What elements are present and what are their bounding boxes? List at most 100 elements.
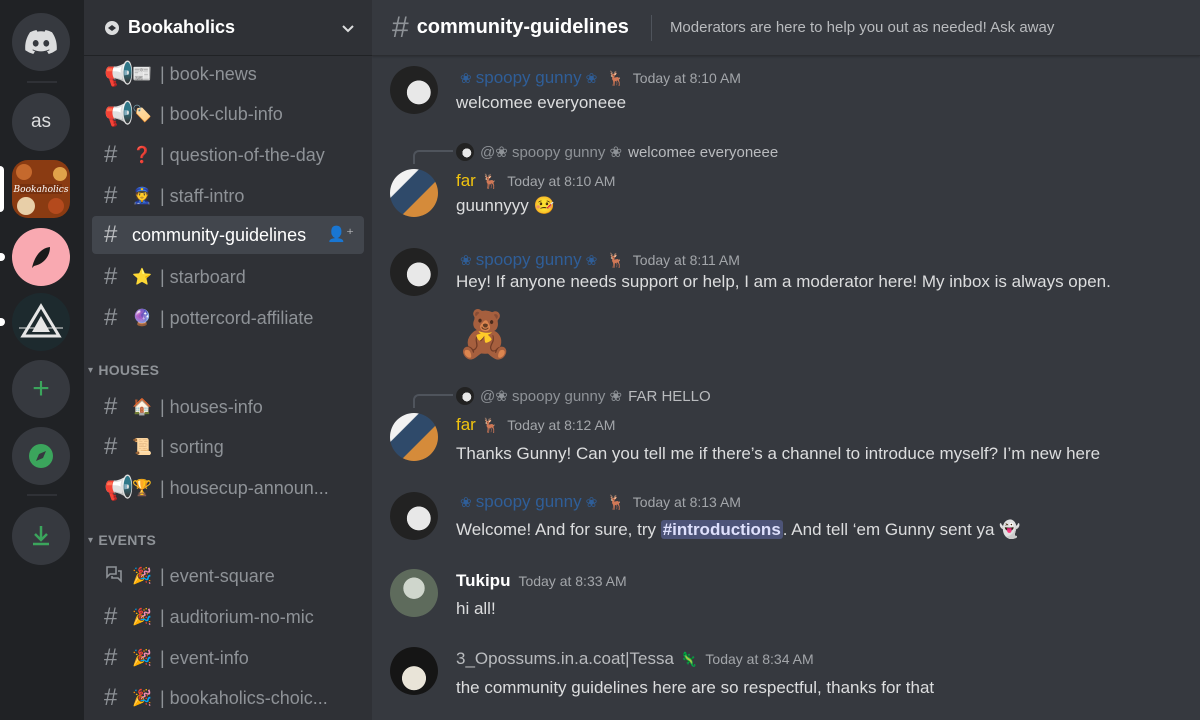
category-events[interactable]: ▾ EVENTS [88, 532, 156, 548]
channel-bookaholics-choice[interactable]: # 🎉 | bookaholics-choic... [92, 679, 364, 717]
message-text-part: . And tell ‘em Gunny sent ya 👻 [782, 520, 1021, 539]
channel-name: | housecup-announ... [160, 477, 329, 498]
role-badge-icon: 🦌 [481, 416, 500, 433]
compass-icon [29, 444, 53, 468]
channel-topic[interactable]: Moderators are here to help you out as n… [670, 19, 1054, 36]
message-text: the community guidelines here are so res… [456, 678, 935, 697]
author-name[interactable]: spoopy gunny [476, 492, 582, 512]
download-icon [33, 526, 49, 546]
invite-member-icon[interactable]: 👤⁺ [327, 225, 354, 243]
reply-connector [413, 394, 453, 408]
channel-name: | book-club-info [160, 103, 283, 124]
message-text: Thanks Gunny! Can you tell me if there’s… [456, 444, 1101, 463]
reply-avatar [456, 143, 474, 161]
channel-community-guidelines[interactable]: # community-guidelines 👤⁺ [92, 216, 364, 254]
download-apps-button[interactable] [12, 507, 70, 565]
megaphone-icon: 📢 [104, 474, 134, 502]
chevron-down-icon: ▾ [88, 534, 94, 546]
megaphone-icon: 📢 [104, 100, 134, 128]
channel-sorting[interactable]: # 📜 | sorting [92, 428, 364, 466]
avatar[interactable] [390, 248, 438, 296]
server-rail: as Bookaholics + [0, 0, 84, 720]
channel-emoji: 🎉 [132, 650, 152, 667]
message-header: ❀ spoopy gunny ❀ 🦌 Today at 8:11 AM [456, 250, 740, 270]
explore-servers-button[interactable] [12, 427, 70, 485]
hash-icon: # [104, 182, 118, 209]
home-button[interactable] [12, 13, 70, 71]
channel-book-club-info[interactable]: 📢 🏷️ | book-club-info [92, 95, 364, 133]
reply-preview[interactable]: @❀ spoopy gunny ❀ FAR HELLO [456, 387, 711, 405]
server-pink[interactable] [12, 228, 70, 286]
channel-name: | book-news [160, 63, 257, 84]
rail-separator [27, 81, 57, 83]
channel-houses-info[interactable]: # 🏠 | houses-info [92, 388, 364, 426]
channel-starboard[interactable]: # ⭐ | starboard [92, 258, 364, 296]
hash-icon: # [104, 393, 118, 420]
hash-icon: # [104, 684, 118, 711]
author-name[interactable]: far [456, 171, 476, 191]
message-text: welcomee everyoneee [456, 93, 627, 112]
channel-staff-intro[interactable]: # 👮 | staff-intro [92, 177, 364, 215]
channel-auditorium-no-mic[interactable]: # 🎉 | auditorium-no-mic [92, 598, 364, 636]
server-triangle[interactable] [12, 293, 70, 351]
server-as[interactable]: as [12, 93, 70, 151]
reply-preview[interactable]: @❀ spoopy gunny ❀ welcomee everyoneee [456, 143, 778, 161]
server-as-label: as [30, 111, 52, 132]
message-text: Hey! If anyone needs support or help, I … [456, 272, 1111, 291]
author-name[interactable]: spoopy gunny [476, 68, 582, 88]
channel-name: | question-of-the-day [160, 144, 325, 165]
message-header: ❀ spoopy gunny ❀ 🦌 Today at 8:13 AM [456, 492, 741, 512]
channel-event-info[interactable]: # 🎉 | event-info [92, 639, 364, 677]
sticker-bear[interactable]: 🧸 [456, 306, 513, 362]
message-text: Welcome! And for sure, try #introduction… [456, 520, 1020, 540]
channel-name: | staff-intro [160, 185, 245, 206]
channel-emoji: 👮 [132, 188, 152, 205]
role-badge-icon: 🦌 [607, 69, 625, 86]
svg-text:Bookaholics: Bookaholics [13, 185, 69, 195]
avatar[interactable] [390, 169, 438, 217]
timestamp: Today at 8:10 AM [507, 173, 616, 189]
channel-question-of-the-day[interactable]: # ❓ | question-of-the-day [92, 136, 364, 174]
channel-housecup-announcements[interactable]: 📢 🏆 | housecup-announ... [92, 469, 364, 507]
partner-badge-icon [105, 20, 119, 35]
channel-name: | pottercord-affiliate [160, 307, 314, 328]
channel-pottercord-affiliate[interactable]: # 🔮 | pottercord-affiliate [92, 299, 364, 337]
chevron-down-icon[interactable] [340, 20, 356, 36]
message-header: Tukipu Today at 8:33 AM [456, 571, 627, 591]
message-text: hi all! [456, 599, 496, 618]
channel-emoji: 🏷️ [132, 106, 152, 123]
channel-name: | starboard [160, 266, 246, 287]
guild-header[interactable]: Bookaholics [84, 0, 372, 56]
category-houses[interactable]: ▾ HOUSES [88, 362, 159, 378]
channel-mention-link[interactable]: #introductions [660, 520, 783, 539]
channel-book-news[interactable]: 📢 📰 | book-news [92, 55, 364, 93]
reply-connector [413, 150, 453, 164]
channel-emoji: 🏠 [132, 399, 152, 416]
server-bookaholics[interactable]: Bookaholics [12, 160, 70, 218]
add-server-button[interactable]: + [12, 360, 70, 418]
avatar[interactable] [390, 413, 438, 461]
hash-icon: # [104, 141, 118, 168]
category-name: EVENTS [98, 532, 157, 548]
unread-indicator [0, 253, 5, 261]
flower-icon: ❀ [585, 251, 598, 268]
channel-emoji: 🎉 [132, 609, 152, 626]
author-name[interactable]: 3_Opossums.in.a.coat|Tessa [456, 649, 674, 669]
avatar[interactable] [390, 569, 438, 617]
avatar[interactable] [390, 647, 438, 695]
avatar[interactable] [390, 66, 438, 114]
plus-icon: + [32, 372, 50, 405]
author-name[interactable]: far [456, 415, 476, 435]
author-name[interactable]: spoopy gunny [476, 250, 582, 270]
channel-name: | houses-info [160, 396, 263, 417]
author-name[interactable]: Tukipu [456, 571, 510, 591]
forum-icon [104, 562, 132, 590]
leaf-logo-icon [32, 247, 50, 268]
timestamp: Today at 8:13 AM [632, 494, 741, 510]
role-badge-icon: 🦎 [679, 650, 698, 667]
message-header: far 🦌 Today at 8:10 AM [456, 171, 615, 191]
avatar[interactable] [390, 492, 438, 540]
message-text: guunnyyy 🤒 [456, 196, 555, 215]
channel-event-square[interactable]: 🎉 | event-square [92, 557, 364, 595]
flower-icon: ❀ [460, 251, 472, 268]
